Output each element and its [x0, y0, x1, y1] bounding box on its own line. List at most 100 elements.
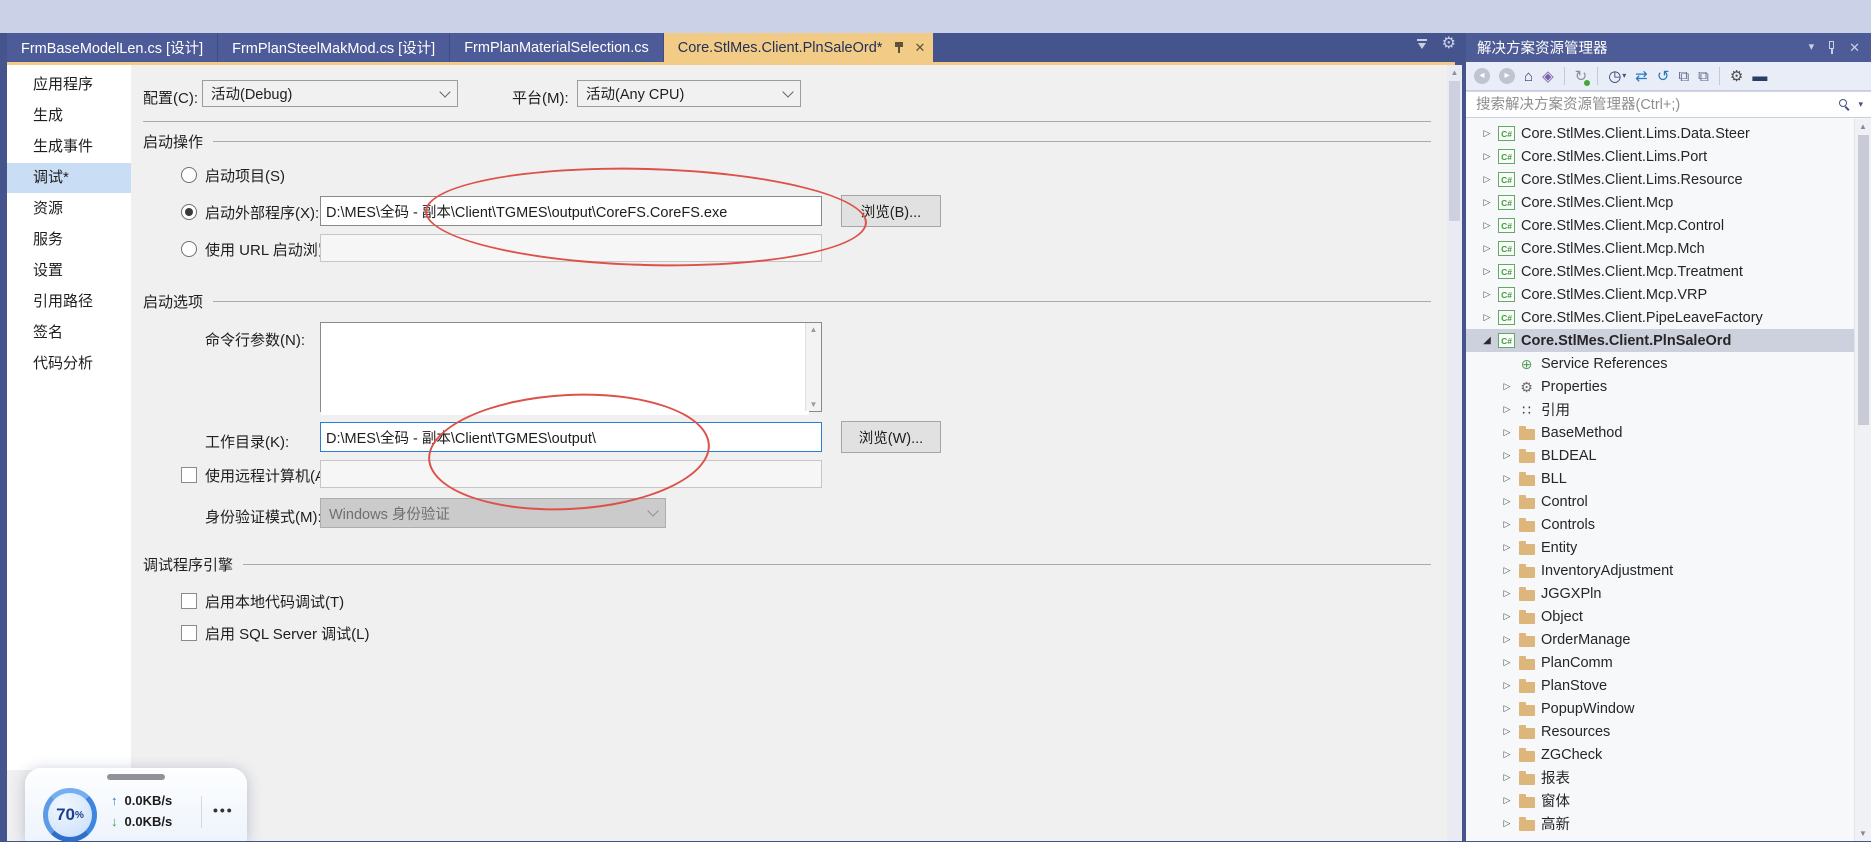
show-all-files-icon[interactable]: ⧉	[1678, 69, 1689, 84]
expander-collapsed-icon[interactable]: ▷	[1480, 220, 1494, 231]
expander-collapsed-icon[interactable]: ▷	[1500, 749, 1514, 760]
start-url-radio[interactable]	[181, 241, 197, 257]
solution-search-input[interactable]	[1474, 96, 1832, 114]
expander-collapsed-icon[interactable]: ▷	[1500, 450, 1514, 461]
tree-item[interactable]: ▷JGGXPln	[1466, 582, 1854, 605]
start-project-radio[interactable]	[181, 167, 197, 183]
tree-item[interactable]: ▷ZGCheck	[1466, 743, 1854, 766]
configuration-dropdown[interactable]: 活动(Debug)	[202, 80, 458, 107]
expander-collapsed-icon[interactable]: ▷	[1500, 680, 1514, 691]
sql-server-debug-label[interactable]: 启用 SQL Server 调试(L)	[205, 623, 369, 644]
expander-collapsed-icon[interactable]: ▷	[1500, 726, 1514, 737]
tree-item[interactable]: ▷InventoryAdjustment	[1466, 559, 1854, 582]
tree-item[interactable]: ▷C#Core.StlMes.Client.Lims.Data.Steer	[1466, 122, 1854, 145]
tree-item[interactable]: ▷C#Core.StlMes.Client.PipeLeaveFactory	[1466, 306, 1854, 329]
expander-collapsed-icon[interactable]: ▷	[1500, 404, 1514, 415]
collapse-all-icon[interactable]: ⇄	[1635, 69, 1648, 84]
sql-server-debug-checkbox[interactable]	[181, 625, 197, 641]
copy-document-icon[interactable]: ⧉	[1698, 69, 1709, 84]
widget-drag-handle[interactable]	[107, 774, 165, 780]
solution-explorer-scrollbar[interactable]: ▲ ▼	[1854, 119, 1871, 841]
expander-collapsed-icon[interactable]: ▷	[1480, 312, 1494, 323]
expander-collapsed-icon[interactable]: ▷	[1480, 174, 1494, 185]
scroll-up-icon[interactable]: ▲	[1855, 122, 1871, 131]
tree-item[interactable]: ▷PopupWindow	[1466, 697, 1854, 720]
document-tab[interactable]: FrmBaseModelLen.cs [设计]	[7, 33, 218, 62]
solution-explorer-titlebar[interactable]: 解决方案资源管理器 ▾ ✕	[1466, 33, 1871, 62]
document-well-settings-gear-icon[interactable]: ⚙	[1442, 36, 1456, 52]
expander-collapsed-icon[interactable]: ▷	[1480, 266, 1494, 277]
start-project-radio-label[interactable]: 启动项目(S)	[205, 165, 285, 186]
tree-item[interactable]: ▷C#Core.StlMes.Client.Mcp.VRP	[1466, 283, 1854, 306]
tree-item[interactable]: ▷Resources	[1466, 720, 1854, 743]
expander-collapsed-icon[interactable]: ▷	[1500, 611, 1514, 622]
scroll-down-icon[interactable]: ▼	[806, 400, 821, 409]
remote-machine-input[interactable]	[320, 460, 822, 488]
tree-item[interactable]: ▷BaseMethod	[1466, 421, 1854, 444]
editor-scrollbar[interactable]: ▲	[1447, 65, 1462, 841]
expander-collapsed-icon[interactable]: ▷	[1480, 243, 1494, 254]
tree-item[interactable]: ▷C#Core.StlMes.Client.Mcp.Mch	[1466, 237, 1854, 260]
tree-item[interactable]: ▷Object	[1466, 605, 1854, 628]
sidebar-item-服务[interactable]: 服务	[7, 225, 131, 255]
working-directory-input[interactable]	[320, 422, 822, 452]
expander-collapsed-icon[interactable]: ▷	[1500, 818, 1514, 829]
scrollbar-thumb[interactable]	[1858, 135, 1869, 425]
tree-item[interactable]: ▷BLDEAL	[1466, 444, 1854, 467]
scroll-up-icon[interactable]: ▲	[806, 325, 821, 334]
cpu-usage-gauge[interactable]: 70%	[43, 788, 97, 842]
browse-external-program-button[interactable]: 浏览(B)...	[841, 195, 941, 227]
expander-collapsed-icon[interactable]: ▷	[1500, 381, 1514, 392]
tree-item[interactable]: ▷OrderManage	[1466, 628, 1854, 651]
expander-collapsed-icon[interactable]: ▷	[1500, 519, 1514, 530]
native-code-debug-checkbox[interactable]	[181, 593, 197, 609]
expander-collapsed-icon[interactable]: ▷	[1500, 473, 1514, 484]
expander-collapsed-icon[interactable]: ▷	[1480, 151, 1494, 162]
tree-item[interactable]: ▷C#Core.StlMes.Client.Mcp	[1466, 191, 1854, 214]
tree-item[interactable]: ▷Control	[1466, 490, 1854, 513]
tree-item[interactable]: ▷C#Core.StlMes.Client.Lims.Port	[1466, 145, 1854, 168]
search-options-chevron-icon[interactable]: ▾	[1858, 99, 1863, 110]
forward-icon[interactable]: ▸	[1499, 68, 1515, 84]
pin-icon[interactable]	[894, 41, 904, 54]
expander-collapsed-icon[interactable]: ▷	[1500, 565, 1514, 576]
sidebar-item-生成[interactable]: 生成	[7, 101, 131, 131]
timeline-clock-icon[interactable]: ◷▾	[1608, 69, 1626, 84]
use-remote-machine-checkbox[interactable]	[181, 467, 197, 483]
start-external-program-radio-label[interactable]: 启动外部程序(X):	[205, 202, 319, 223]
use-remote-machine-label[interactable]: 使用远程计算机(A)	[205, 465, 330, 486]
search-icon[interactable]	[1838, 98, 1852, 112]
speed-monitor-widget[interactable]: 70% ↑ 0.0KB/s ↓ 0.0KB/s •••	[25, 768, 247, 841]
tree-item[interactable]: ▷PlanStove	[1466, 674, 1854, 697]
expander-expanded-icon[interactable]: ◢	[1480, 335, 1494, 346]
expander-collapsed-icon[interactable]: ▷	[1500, 703, 1514, 714]
sidebar-item-签名[interactable]: 签名	[7, 318, 131, 348]
tree-item[interactable]: ◢C#Core.StlMes.Client.PlnSaleOrd	[1466, 329, 1854, 352]
sidebar-item-资源[interactable]: 资源	[7, 194, 131, 224]
close-icon[interactable]: ✕	[914, 41, 925, 54]
tree-item[interactable]: ▷C#Core.StlMes.Client.Lims.Resource	[1466, 168, 1854, 191]
sidebar-item-设置[interactable]: 设置	[7, 256, 131, 286]
tree-item[interactable]: ▷窗体	[1466, 789, 1854, 812]
browse-working-directory-button[interactable]: 浏览(W)...	[841, 421, 941, 453]
widget-more-button[interactable]: •••	[213, 802, 234, 818]
document-tab[interactable]: Core.StlMes.Client.PlnSaleOrd*✕	[664, 33, 934, 62]
tree-item[interactable]: ▷BLL	[1466, 467, 1854, 490]
native-code-debug-label[interactable]: 启用本地代码调试(T)	[205, 591, 344, 612]
tree-item[interactable]: ▷C#Core.StlMes.Client.Mcp.Control	[1466, 214, 1854, 237]
expander-collapsed-icon[interactable]: ▷	[1480, 128, 1494, 139]
close-icon[interactable]: ✕	[1849, 41, 1860, 54]
start-external-program-radio[interactable]	[181, 204, 197, 220]
switch-views-icon[interactable]: ◈	[1542, 69, 1554, 84]
sync-with-active-document-icon[interactable]: ↻	[1575, 69, 1588, 84]
tree-item[interactable]: ▷报表	[1466, 766, 1854, 789]
command-line-args-textarea[interactable]	[321, 323, 809, 415]
tree-item[interactable]: ▷Entity	[1466, 536, 1854, 559]
sidebar-item-应用程序[interactable]: 应用程序	[7, 70, 131, 100]
document-tab[interactable]: FrmPlanSteelMakMod.cs [设计]	[218, 33, 450, 62]
sidebar-item-生成事件[interactable]: 生成事件	[7, 132, 131, 162]
home-icon[interactable]: ⌂	[1524, 69, 1533, 84]
expander-collapsed-icon[interactable]: ▷	[1500, 427, 1514, 438]
sidebar-item-引用路径[interactable]: 引用路径	[7, 287, 131, 317]
tree-item[interactable]: ▷⚙Properties	[1466, 375, 1854, 398]
